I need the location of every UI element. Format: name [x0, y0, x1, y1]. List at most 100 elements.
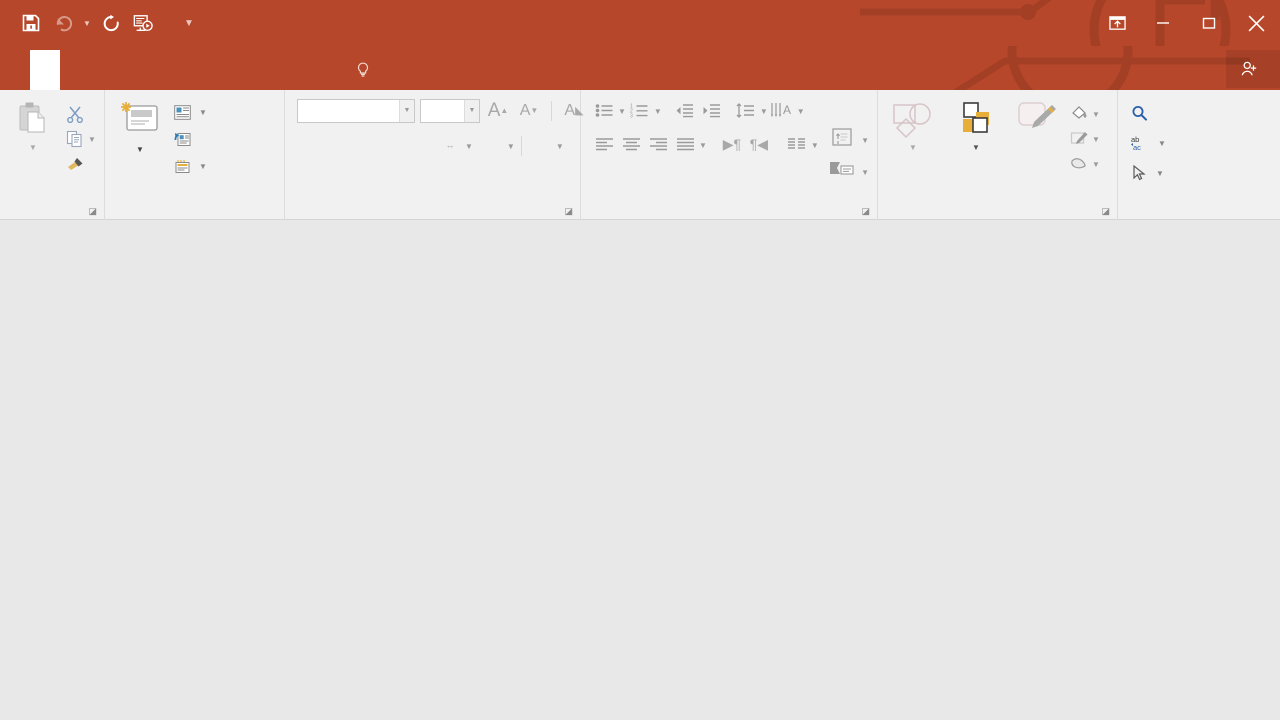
bullets-dropdown-icon[interactable]: ▼	[618, 107, 626, 116]
align-text-dropdown-icon[interactable]: ▼	[861, 136, 869, 145]
convert-smartart-dropdown-icon[interactable]: ▼	[861, 168, 869, 177]
drawing-dialog-launcher[interactable]: ◪	[1101, 203, 1110, 219]
bullets-button[interactable]	[591, 98, 617, 123]
convert-to-smartart-button[interactable]	[829, 156, 855, 181]
tab-home[interactable]	[30, 50, 60, 90]
tab-review[interactable]	[210, 50, 240, 90]
decrease-font-size-button[interactable]: A ▼	[516, 98, 542, 123]
share-button[interactable]	[1226, 50, 1280, 88]
tab-slide-show[interactable]	[180, 50, 210, 90]
justify-dropdown-icon[interactable]: ▼	[699, 141, 707, 150]
new-slide-button[interactable]: ▼	[109, 97, 171, 157]
font-size-dropdown-icon[interactable]: ▼	[464, 99, 479, 122]
align-right-button[interactable]	[645, 132, 671, 157]
editing-group-label	[1122, 202, 1244, 220]
italic-button[interactable]	[325, 133, 351, 158]
select-dropdown-icon[interactable]: ▼	[1156, 169, 1164, 178]
shape-outline-dropdown-icon[interactable]: ▼	[1092, 135, 1100, 144]
find-button[interactable]	[1128, 100, 1155, 126]
undo-icon[interactable]	[48, 8, 78, 38]
font-size-combo[interactable]: ▼	[420, 98, 480, 123]
save-icon[interactable]	[16, 8, 46, 38]
cut-button[interactable]	[62, 101, 88, 126]
arrange-dropdown-icon[interactable]: ▼	[972, 143, 980, 152]
customize-quick-access-icon[interactable]: ▼	[182, 8, 196, 38]
change-case-button[interactable]	[475, 133, 505, 158]
start-slideshow-icon[interactable]	[128, 8, 158, 38]
strikethrough-button[interactable]	[409, 133, 435, 158]
paragraph-dialog-launcher[interactable]: ◪	[861, 203, 870, 219]
tab-insert[interactable]	[60, 50, 90, 90]
tab-add-ins[interactable]	[270, 50, 300, 90]
numbering-button[interactable]: 123	[627, 98, 653, 123]
slide-sorter-pane[interactable]	[0, 220, 1280, 719]
section-dropdown-icon[interactable]: ▼	[199, 162, 207, 171]
section-button[interactable]: ▼	[171, 153, 210, 179]
redo-icon[interactable]	[96, 8, 126, 38]
quick-styles-button[interactable]	[1008, 97, 1066, 140]
arrange-button[interactable]: ▼	[944, 97, 1008, 152]
font-name-combo[interactable]: ▼	[297, 98, 415, 123]
rtl-button[interactable]: ¶◀	[746, 132, 772, 157]
change-case-dropdown-icon[interactable]: ▼	[507, 142, 515, 151]
decrease-indent-button[interactable]	[672, 98, 698, 123]
line-spacing-dropdown-icon[interactable]: ▼	[760, 107, 768, 116]
character-spacing-button[interactable]: ↔	[437, 133, 463, 158]
underline-button[interactable]	[353, 133, 379, 158]
align-text-button[interactable]	[829, 124, 855, 149]
columns-dropdown-icon[interactable]: ▼	[811, 141, 819, 150]
format-painter-button[interactable]	[62, 151, 88, 176]
tab-transitions[interactable]	[120, 50, 150, 90]
select-button[interactable]: ▼	[1128, 160, 1167, 186]
shape-effects-dropdown-icon[interactable]: ▼	[1092, 160, 1100, 169]
bold-button[interactable]	[297, 133, 323, 158]
font-name-input[interactable]	[298, 99, 399, 122]
font-dialog-launcher[interactable]: ◪	[564, 203, 573, 219]
tab-file[interactable]	[0, 50, 30, 90]
shapes-button[interactable]: ▼	[882, 97, 944, 152]
restore-icon[interactable]	[1186, 0, 1232, 46]
clipboard-dialog-launcher[interactable]: ◪	[88, 203, 97, 219]
increase-indent-button[interactable]	[699, 98, 725, 123]
text-shadow-button[interactable]	[381, 133, 407, 158]
line-spacing-button[interactable]	[733, 98, 759, 123]
increase-font-size-button[interactable]: A ▲	[485, 98, 511, 123]
minimize-icon[interactable]	[1140, 0, 1186, 46]
shape-fill-dropdown-icon[interactable]: ▼	[1092, 110, 1100, 119]
tell-me-search[interactable]	[355, 50, 378, 90]
paste-button[interactable]: ▼	[4, 97, 62, 152]
font-color-dropdown-icon[interactable]: ▼	[556, 142, 564, 151]
text-direction-button[interactable]: A	[770, 98, 796, 123]
align-left-button[interactable]	[591, 132, 617, 157]
columns-button[interactable]	[784, 132, 810, 157]
new-slide-dropdown-icon[interactable]: ▼	[136, 145, 144, 154]
shape-effects-button[interactable]	[1066, 151, 1092, 176]
numbering-dropdown-icon[interactable]: ▼	[654, 107, 662, 116]
ribbon-tabs	[0, 46, 1280, 90]
tab-view[interactable]	[240, 50, 270, 90]
text-direction-dropdown-icon[interactable]: ▼	[797, 107, 805, 116]
shape-outline-button[interactable]	[1066, 126, 1092, 151]
font-size-input[interactable]	[421, 99, 464, 122]
copy-dropdown-icon[interactable]: ▼	[88, 135, 96, 144]
font-name-dropdown-icon[interactable]: ▼	[399, 99, 414, 122]
justify-button[interactable]	[672, 132, 698, 157]
undo-dropdown-icon[interactable]: ▼	[80, 8, 94, 38]
shapes-dropdown-icon[interactable]: ▼	[909, 143, 917, 152]
layout-button[interactable]: ▼	[171, 99, 210, 125]
replace-button[interactable]: ab ac ▼	[1128, 130, 1169, 156]
tab-design[interactable]	[90, 50, 120, 90]
center-button[interactable]	[618, 132, 644, 157]
close-icon[interactable]	[1232, 0, 1280, 46]
character-spacing-dropdown-icon[interactable]: ▼	[465, 142, 473, 151]
font-color-button[interactable]	[528, 133, 554, 158]
replace-dropdown-icon[interactable]: ▼	[1158, 139, 1166, 148]
reset-button[interactable]	[171, 126, 210, 152]
shape-fill-button[interactable]	[1066, 101, 1092, 126]
paste-dropdown-icon[interactable]: ▼	[29, 143, 37, 152]
tab-animations[interactable]	[150, 50, 180, 90]
copy-button[interactable]	[62, 126, 88, 151]
layout-dropdown-icon[interactable]: ▼	[199, 108, 207, 117]
ltr-button[interactable]: ▶¶	[719, 132, 745, 157]
ribbon-display-options-icon[interactable]	[1094, 0, 1140, 46]
